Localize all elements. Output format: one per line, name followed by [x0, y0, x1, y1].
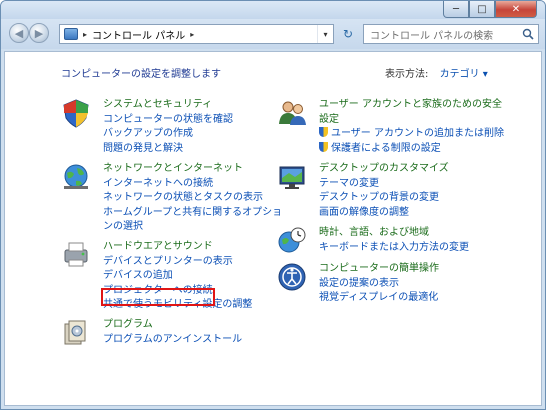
category-title-network-internet[interactable]: ネットワークとインターネット	[103, 162, 282, 177]
globe-network-icon[interactable]	[61, 162, 91, 192]
title-bar: ─ □ ✕	[1, 1, 545, 19]
category-title-programs[interactable]: プログラム	[103, 318, 242, 333]
link-check-computer-status[interactable]: コンピューターの状態を確認	[103, 113, 233, 128]
main-content: コンピューターの設定を調整します 表示方法: カテゴリ ▾ システムとセキュリテ…	[4, 51, 542, 406]
link-homegroup-options[interactable]: ホームグループと共有に関するオプショ	[103, 206, 282, 221]
link-change-background[interactable]: デスクトップの背景の変更	[319, 191, 449, 206]
link-add-remove-accounts[interactable]: ユーザー アカウントの追加または削除	[319, 127, 504, 142]
close-button[interactable]: ✕	[495, 1, 537, 18]
minimize-button[interactable]: ─	[443, 1, 469, 18]
navigation-bar: ◀ ▶ ▸ コントロール パネル ▸ ▾ ↻ コントロール パネルの検索	[1, 19, 545, 49]
forward-arrow-icon: ▶	[34, 26, 44, 40]
category-title-clock-language-region[interactable]: 時計、言語、および地域	[319, 226, 469, 241]
category-title-hardware-sound[interactable]: ハードウエアとサウンド	[103, 240, 252, 255]
search-input[interactable]: コントロール パネルの検索	[363, 24, 539, 44]
control-panel-icon	[64, 28, 78, 40]
link-find-fix-problems[interactable]: 問題の発見と解決	[103, 142, 233, 157]
window-buttons: ─ □ ✕	[443, 1, 537, 18]
link-change-theme[interactable]: テーマの変更	[319, 177, 449, 192]
search-icon[interactable]	[522, 28, 534, 40]
clock-globe-icon[interactable]	[277, 226, 307, 256]
refresh-icon: ↻	[342, 27, 354, 41]
category-title-user-accounts[interactable]: ユーザー アカウントと家族のための安全	[319, 98, 504, 113]
breadcrumb-control-panel[interactable]: コントロール パネル	[92, 27, 185, 42]
shield-icon[interactable]	[61, 98, 91, 128]
breadcrumb-separator[interactable]: ▸	[190, 30, 194, 39]
link-homegroup-options-cont[interactable]: ンの選択	[103, 220, 282, 235]
back-button[interactable]: ◀	[9, 23, 29, 43]
back-arrow-icon: ◀	[14, 26, 24, 40]
link-uninstall-program[interactable]: プログラムのアンインストール	[103, 333, 242, 348]
desktop-icon[interactable]	[277, 162, 307, 192]
category-title-system-security[interactable]: システムとセキュリティ	[103, 98, 233, 113]
link-optimize-display[interactable]: 視覚ディスプレイの最適化	[319, 291, 439, 306]
users-icon[interactable]	[277, 98, 307, 128]
link-change-keyboard[interactable]: キーボードまたは入力方法の変更	[319, 241, 469, 256]
maximize-button[interactable]: □	[469, 1, 495, 18]
search-placeholder: コントロール パネルの検索	[370, 30, 494, 42]
forward-button[interactable]: ▶	[29, 23, 49, 43]
link-add-device[interactable]: デバイスの追加	[103, 269, 252, 284]
printer-icon[interactable]	[61, 240, 91, 270]
category-title-user-accounts-cont[interactable]: 設定	[319, 113, 504, 128]
address-dropdown-button[interactable]: ▾	[317, 25, 333, 43]
refresh-button[interactable]: ↻	[337, 24, 359, 44]
address-bar[interactable]: ▸ コントロール パネル ▸ ▾	[59, 24, 334, 44]
category-title-ease-of-access[interactable]: コンピューターの簡単操作	[319, 262, 439, 277]
control-panel-window: ─ □ ✕ ◀ ▶ ▸ コントロール パネル ▸ ▾ ↻ コントロール パネルの…	[0, 0, 546, 410]
view-by-dropdown[interactable]: カテゴリ ▾	[440, 69, 488, 80]
category-title-appearance[interactable]: デスクトップのカスタマイズ	[319, 162, 449, 177]
link-create-backup[interactable]: バックアップの作成	[103, 127, 233, 142]
link-network-status[interactable]: ネットワークの状態とタスクの表示	[103, 191, 282, 206]
link-adjust-resolution[interactable]: 画面の解像度の調整	[319, 206, 449, 221]
link-view-devices-printers[interactable]: デバイスとプリンターの表示	[103, 255, 252, 270]
highlight-box	[101, 288, 215, 306]
ease-of-access-icon[interactable]	[277, 262, 307, 292]
link-parental-controls[interactable]: 保護者による制限の設定	[319, 142, 504, 157]
view-by-label: 表示方法:	[385, 69, 429, 80]
link-connect-internet[interactable]: インターネットへの接続	[103, 177, 282, 192]
page-heading: コンピューターの設定を調整します	[61, 69, 221, 80]
breadcrumb-separator[interactable]: ▸	[83, 30, 87, 39]
programs-icon[interactable]	[61, 318, 91, 348]
view-by: 表示方法: カテゴリ ▾	[385, 65, 488, 80]
link-get-recommendations[interactable]: 設定の提案の表示	[319, 277, 439, 292]
